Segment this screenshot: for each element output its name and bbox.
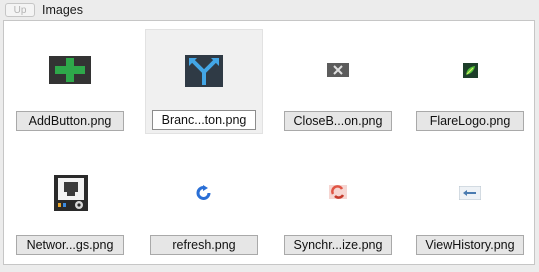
synchronize-icon (329, 185, 347, 199)
file-name[interactable]: Branc...ton.png (152, 110, 256, 130)
file-item[interactable]: CloseB...on.png (279, 29, 397, 134)
file-name[interactable]: refresh.png (150, 235, 258, 255)
image-browser-panel: AddButton.png Branc...ton.png CloseB...o… (3, 20, 535, 265)
file-name[interactable]: Networ...gs.png (16, 235, 124, 255)
file-name[interactable]: ViewHistory.png (416, 235, 524, 255)
file-item[interactable]: refresh.png (145, 153, 263, 258)
up-button[interactable]: Up (5, 3, 35, 17)
file-item[interactable]: Synchr...ize.png (279, 153, 397, 258)
flare-logo-icon (463, 63, 478, 78)
file-item[interactable]: FlareLogo.png (411, 29, 529, 134)
thumbnail (279, 153, 397, 233)
network-settings-icon (54, 175, 88, 211)
file-name[interactable]: CloseB...on.png (284, 111, 392, 131)
file-name[interactable]: AddButton.png (16, 111, 124, 131)
plus-icon (49, 56, 91, 84)
file-item-selected[interactable]: Branc...ton.png (145, 29, 263, 134)
thumbnail (411, 29, 529, 109)
view-history-icon (459, 186, 481, 200)
thumbnail (411, 153, 529, 233)
file-item[interactable]: ViewHistory.png (411, 153, 529, 258)
toolbar: Up Images (0, 0, 539, 20)
file-name[interactable]: FlareLogo.png (416, 111, 524, 131)
thumbnail (146, 30, 262, 110)
thumbnail (11, 153, 129, 233)
branch-icon (185, 55, 223, 87)
thumbnail (11, 29, 129, 109)
file-item[interactable]: Networ...gs.png (11, 153, 129, 258)
file-item[interactable]: AddButton.png (11, 29, 129, 134)
thumbnail (279, 29, 397, 109)
close-icon (327, 63, 349, 77)
breadcrumb: Images (42, 3, 83, 17)
thumbnail (145, 153, 263, 233)
file-name[interactable]: Synchr...ize.png (284, 235, 392, 255)
refresh-icon (196, 185, 211, 200)
